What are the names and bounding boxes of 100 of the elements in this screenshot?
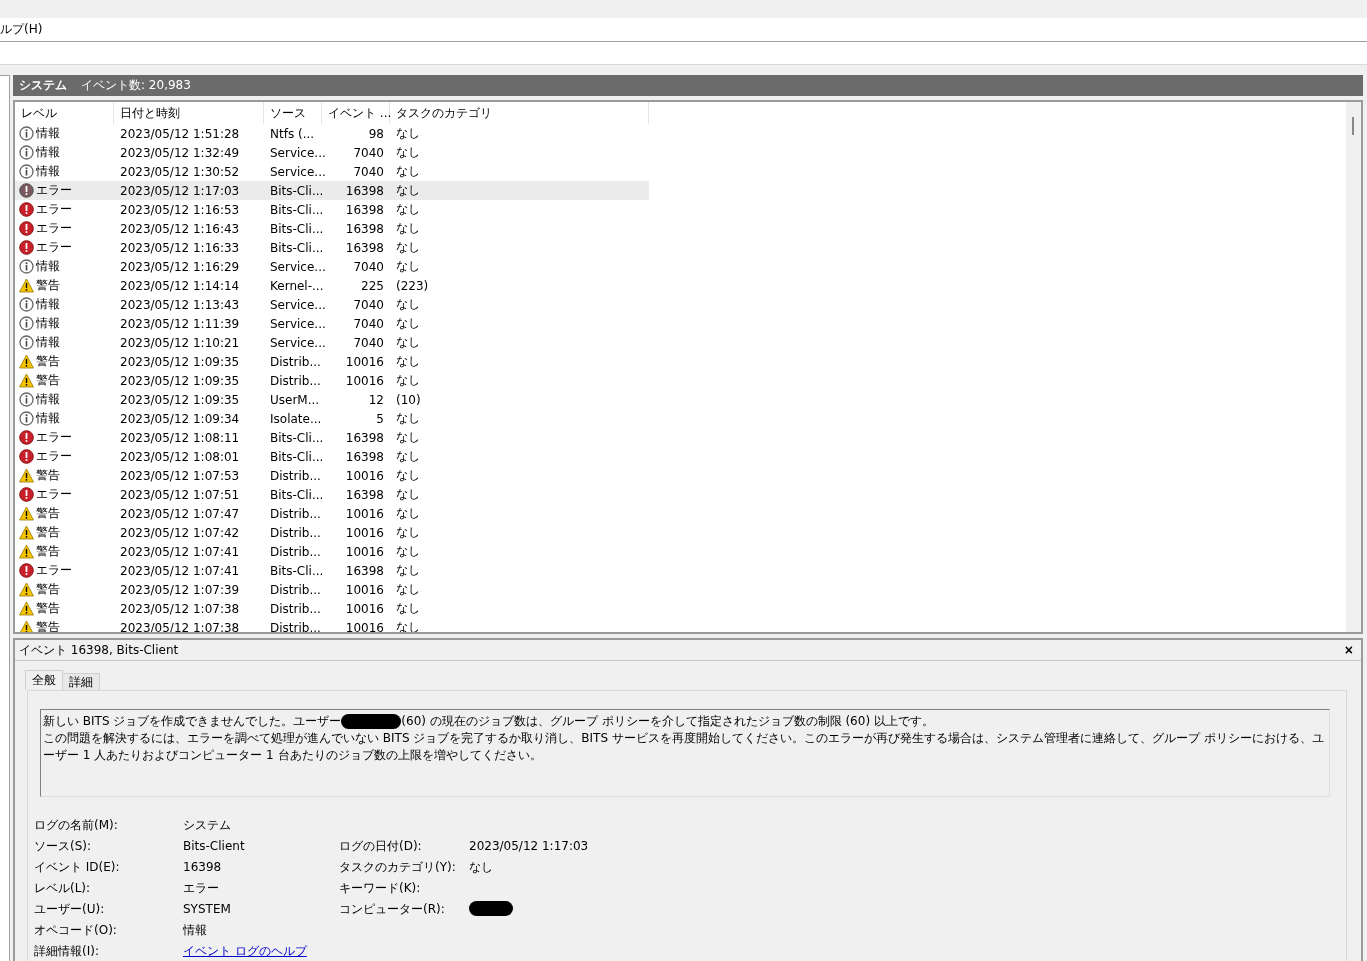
message-text: (60) の現在のジョブ数は、グループ ポリシーを介して指定されたジョブ数の制限 (60) 以上です。 xyxy=(401,713,934,730)
tab[interactable]: 詳細 xyxy=(62,673,100,690)
event-row[interactable]: 警告 2023/05/12 1:07:41 Distrib... 10016 なし xyxy=(15,542,649,561)
source-cell-text: Distrib... xyxy=(269,525,322,540)
category-cell-text: なし xyxy=(395,524,421,541)
category-cell-text: なし xyxy=(395,220,421,237)
redaction-mark xyxy=(469,901,513,916)
event-row[interactable]: 警告 2023/05/12 1:09:35 Distrib... 10016 なし xyxy=(15,352,649,371)
event-id-cell-text: 16398 xyxy=(344,202,385,217)
event-row[interactable]: 情報 2023/05/12 1:11:39 Service... 7040 なし xyxy=(15,314,649,333)
date-cell-text: 2023/05/12 1:07:39 xyxy=(119,582,241,597)
date-cell-text: 2023/05/12 1:07:41 xyxy=(119,544,241,559)
event-row[interactable]: 情報 2023/05/12 1:32:49 Service... 7040 なし xyxy=(15,143,649,162)
event-row[interactable]: 警告 2023/05/12 1:09:35 Distrib... 10016 なし xyxy=(15,371,649,390)
event-row[interactable]: 情報 2023/05/12 1:09:35 UserM... 12 (10) xyxy=(15,390,649,409)
column-header[interactable]: 日付と時刻 xyxy=(114,102,264,124)
category-cell-text: なし xyxy=(395,429,421,446)
warning-icon xyxy=(19,354,34,369)
event-row[interactable]: 情報 2023/05/12 1:51:28 Ntfs (... 98 なし xyxy=(15,124,649,143)
help-link[interactable]: イベント ログのヘルプ xyxy=(183,943,307,959)
date-cell-text: 2023/05/12 1:32:49 xyxy=(119,145,241,160)
event-id-cell-text: 16398 xyxy=(344,240,385,255)
category-cell-text: なし xyxy=(395,600,421,617)
event-row[interactable]: 警告 2023/05/12 1:07:47 Distrib... 10016 なし xyxy=(15,504,649,523)
category-cell-text: なし xyxy=(395,543,421,560)
date-cell-text: 2023/05/12 1:14:14 xyxy=(119,278,241,293)
level-text: エラー xyxy=(36,182,72,199)
source-cell-text: Bits-Cli... xyxy=(269,563,322,578)
date-cell-text: 2023/05/12 1:30:52 xyxy=(119,164,241,179)
info-icon xyxy=(19,259,34,274)
event-row[interactable]: エラー 2023/05/12 1:08:11 Bits-Cli... 16398 なし xyxy=(15,428,649,447)
event-row[interactable]: 警告 2023/05/12 1:07:42 Distrib... 10016 なし xyxy=(15,523,649,542)
date-cell-text: 2023/05/12 1:51:28 xyxy=(119,126,241,141)
event-row[interactable]: エラー 2023/05/12 1:16:53 Bits-Cli... 16398 なし xyxy=(15,200,649,219)
event-id-cell-text: 10016 xyxy=(344,525,385,540)
error-icon xyxy=(19,449,34,464)
event-row[interactable]: 情報 2023/05/12 1:10:21 Service... 7040 なし xyxy=(15,333,649,352)
scroll-thumb[interactable] xyxy=(1352,117,1354,135)
event-id-cell-text: 16398 xyxy=(344,449,385,464)
event-row[interactable]: エラー 2023/05/12 1:07:41 Bits-Cli... 16398 なし xyxy=(15,561,649,580)
level-text: 警告 xyxy=(36,619,60,632)
category-cell-text: なし xyxy=(395,372,421,389)
source-cell-text: Bits-Cli... xyxy=(269,487,322,502)
message-text: この問題を解決するには、エラーを調べて処理が進んでいない BITS ジョブを完了するか取り消し、BITS サービスを再度開始してください。このエラーが再び発生する場合は、システム管理者に連絡して、グループ ポリシーにおける、ユーザー 1 人あたりおよびコンピューター 1 台あたりのジョブ数の上限を増やしてください。 xyxy=(43,730,1325,764)
event-row[interactable]: エラー 2023/05/12 1:16:33 Bits-Cli... 16398 なし xyxy=(15,238,649,257)
date-cell-text: 2023/05/12 1:11:39 xyxy=(119,316,241,331)
event-id-cell-text: 16398 xyxy=(344,221,385,236)
category-cell-text: なし xyxy=(395,182,421,199)
level-text: 警告 xyxy=(36,524,60,541)
date-cell-text: 2023/05/12 1:09:35 xyxy=(119,392,241,407)
menu-item[interactable]: ルプ(H) xyxy=(0,21,43,38)
tab[interactable]: 全般 xyxy=(25,670,63,690)
column-header[interactable]: イベント ... xyxy=(322,102,390,124)
scrollbar[interactable] xyxy=(1346,102,1361,632)
category-cell-text: (10) xyxy=(395,392,422,407)
field-value: システム xyxy=(183,817,231,833)
event-id-cell-text: 10016 xyxy=(344,354,385,369)
event-row[interactable]: エラー 2023/05/12 1:17:03 Bits-Cli... 16398 なし xyxy=(15,181,649,200)
level-text: 情報 xyxy=(36,163,60,180)
event-row[interactable]: 警告 2023/05/12 1:14:14 Kernel-... 225 (223) xyxy=(15,276,649,295)
info-icon xyxy=(19,411,34,426)
event-row[interactable]: 情報 2023/05/12 1:13:43 Service... 7040 なし xyxy=(15,295,649,314)
category-cell-text: なし xyxy=(395,144,421,161)
redaction-mark xyxy=(341,714,402,729)
event-row[interactable]: 情報 2023/05/12 1:09:34 Isolate... 5 なし xyxy=(15,409,649,428)
category-cell-text: なし xyxy=(395,448,421,465)
column-header[interactable]: ソース xyxy=(264,102,322,124)
column-header[interactable]: タスクのカテゴリ xyxy=(390,102,649,124)
level-text: 情報 xyxy=(36,334,60,351)
event-row[interactable]: エラー 2023/05/12 1:16:43 Bits-Cli... 16398 なし xyxy=(15,219,649,238)
close-button[interactable]: × xyxy=(1344,643,1353,657)
event-id-cell-text: 10016 xyxy=(344,373,385,388)
level-text: 情報 xyxy=(36,144,60,161)
event-row[interactable]: 情報 2023/05/12 1:30:52 Service... 7040 なし xyxy=(15,162,649,181)
category-cell-text: なし xyxy=(395,505,421,522)
category-cell-text: なし xyxy=(395,581,421,598)
event-row[interactable]: 警告 2023/05/12 1:07:53 Distrib... 10016 なし xyxy=(15,466,649,485)
event-row[interactable]: エラー 2023/05/12 1:08:01 Bits-Cli... 16398 なし xyxy=(15,447,649,466)
level-text: 情報 xyxy=(36,125,60,142)
source-cell-text: Distrib... xyxy=(269,582,322,597)
level-text: 警告 xyxy=(36,581,60,598)
source-cell-text: Bits-Cli... xyxy=(269,183,322,198)
date-cell-text: 2023/05/12 1:16:43 xyxy=(119,221,241,236)
level-text: 情報 xyxy=(36,391,60,408)
error-icon xyxy=(19,221,34,236)
error-icon xyxy=(19,563,34,578)
level-text: 警告 xyxy=(36,543,60,560)
column-header[interactable]: レベル xyxy=(15,102,114,124)
category-cell-text: なし xyxy=(395,486,421,503)
warning-icon xyxy=(19,601,34,616)
event-row[interactable]: 情報 2023/05/12 1:16:29 Service... 7040 なし xyxy=(15,257,649,276)
date-cell-text: 2023/05/12 1:10:21 xyxy=(119,335,241,350)
category-cell-text: なし xyxy=(395,410,421,427)
category-cell-text: (223) xyxy=(395,278,430,293)
event-row[interactable]: エラー 2023/05/12 1:07:51 Bits-Cli... 16398 なし xyxy=(15,485,649,504)
info-icon xyxy=(19,164,34,179)
field-label: イベント ID(E): xyxy=(34,859,120,875)
date-cell-text: 2023/05/12 1:07:42 xyxy=(119,525,241,540)
event-row[interactable]: 警告 2023/05/12 1:07:38 Distrib... 10016 なし xyxy=(15,599,649,618)
event-row[interactable]: 警告 2023/05/12 1:07:39 Distrib... 10016 なし xyxy=(15,580,649,599)
